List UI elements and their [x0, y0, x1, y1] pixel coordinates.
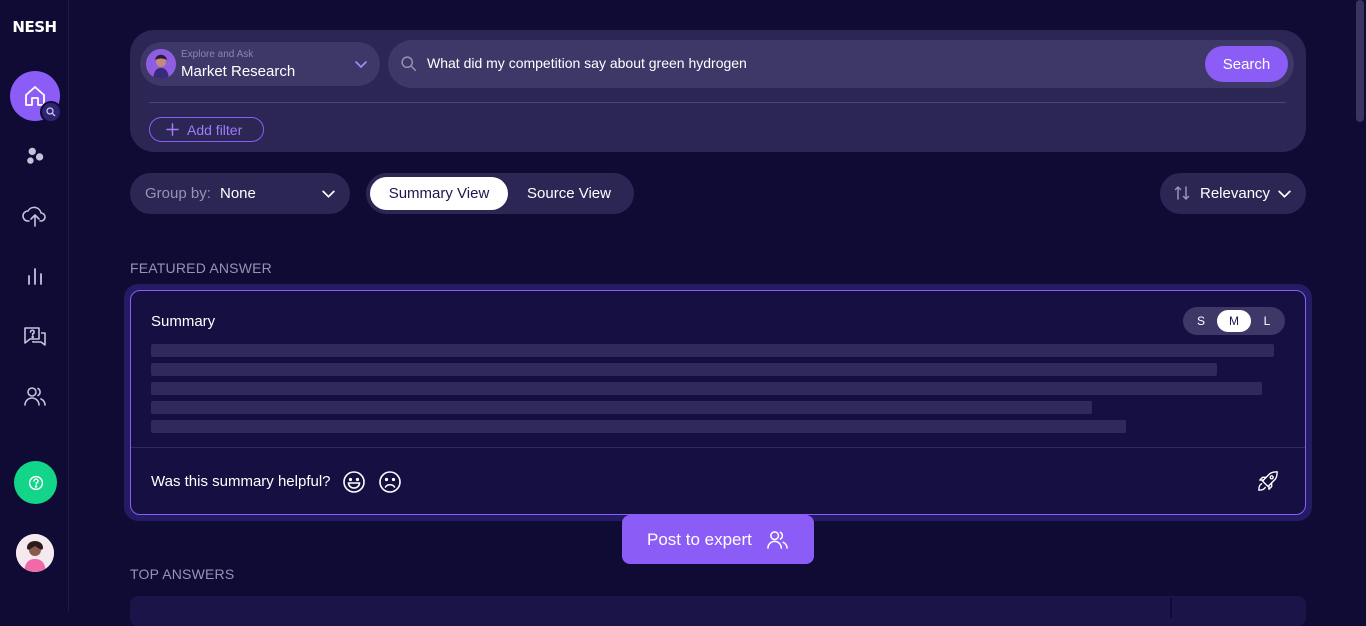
view-toggle: Summary View Source View [366, 173, 634, 214]
summary-size-toggle: S M L [1183, 307, 1285, 335]
chevron-down-icon [1278, 190, 1291, 198]
help-button[interactable] [14, 461, 57, 504]
sort-icon [1174, 186, 1190, 200]
chevron-down-icon [322, 190, 335, 198]
divider [131, 447, 1305, 448]
cloud-upload-icon [22, 206, 46, 227]
users-icon [767, 531, 788, 549]
size-option-l[interactable]: L [1250, 310, 1284, 332]
sad-face-icon[interactable] [378, 470, 402, 494]
bubbles-icon [27, 147, 44, 164]
post-to-expert-label: Post to expert [647, 529, 752, 549]
post-to-expert-button[interactable]: Post to expert [622, 515, 814, 564]
nav-upload-button[interactable] [19, 200, 51, 232]
divider [1170, 598, 1172, 618]
page-scrollbar[interactable] [1356, 0, 1364, 122]
top-answer-card[interactable] [130, 596, 1306, 626]
group-by-select[interactable]: Group by: None [130, 173, 350, 214]
plus-icon [166, 123, 179, 136]
sidebar: NESH [0, 0, 69, 612]
search-panel: Explore and Ask Market Research What did… [130, 30, 1306, 152]
loading-skeleton-line [151, 363, 1217, 376]
loading-skeleton-line [151, 420, 1126, 433]
question-chat-icon [24, 327, 46, 346]
featured-answer-heading: FEATURED ANSWER [130, 260, 272, 276]
search-mode-label: Market Research [181, 63, 296, 80]
divider [149, 102, 1286, 103]
tab-source-view[interactable]: Source View [508, 177, 630, 210]
mode-avatar [146, 49, 176, 79]
search-badge-icon [40, 101, 62, 123]
search-query[interactable]: What did my competition say about green … [427, 55, 747, 71]
sort-select[interactable]: Relevancy [1160, 173, 1306, 214]
loading-skeleton-line [151, 344, 1274, 357]
size-option-s[interactable]: S [1184, 310, 1218, 332]
nav-insights-button[interactable] [19, 140, 51, 172]
loading-skeleton-line [151, 401, 1092, 414]
tab-summary-view[interactable]: Summary View [370, 177, 508, 210]
help-icon [28, 475, 43, 490]
loading-skeleton-line [151, 382, 1262, 395]
helpful-question: Was this summary helpful? [151, 473, 331, 490]
search-mode-caption: Explore and Ask [181, 49, 254, 60]
top-answers-heading: TOP ANSWERS [130, 566, 235, 582]
group-by-label: Group by: [145, 185, 211, 202]
search-input[interactable]: What did my competition say about green … [388, 40, 1294, 88]
sort-label: Relevancy [1200, 185, 1271, 202]
search-icon [401, 56, 417, 72]
nav-home-button[interactable] [10, 71, 62, 123]
size-option-m[interactable]: M [1217, 310, 1251, 332]
search-mode-select[interactable]: Explore and Ask Market Research [140, 42, 380, 86]
happy-face-icon[interactable] [342, 470, 366, 494]
users-icon [24, 387, 46, 406]
bar-chart-icon [28, 268, 42, 285]
user-avatar[interactable] [16, 534, 54, 572]
rocket-icon[interactable] [1257, 470, 1279, 492]
add-filter-button[interactable]: Add filter [149, 117, 264, 142]
nav-questions-button[interactable] [19, 320, 51, 352]
summary-title: Summary [151, 313, 216, 330]
nav-analytics-button[interactable] [19, 260, 51, 292]
group-by-value: None [220, 185, 256, 202]
featured-answer-card: Summary S M L Was this summary helpful? [130, 290, 1306, 515]
nav-team-button[interactable] [19, 380, 51, 412]
add-filter-label: Add filter [187, 121, 243, 138]
chevron-down-icon [355, 61, 367, 69]
search-button[interactable]: Search [1205, 46, 1288, 82]
brand-logo[interactable]: NESH [0, 18, 69, 36]
